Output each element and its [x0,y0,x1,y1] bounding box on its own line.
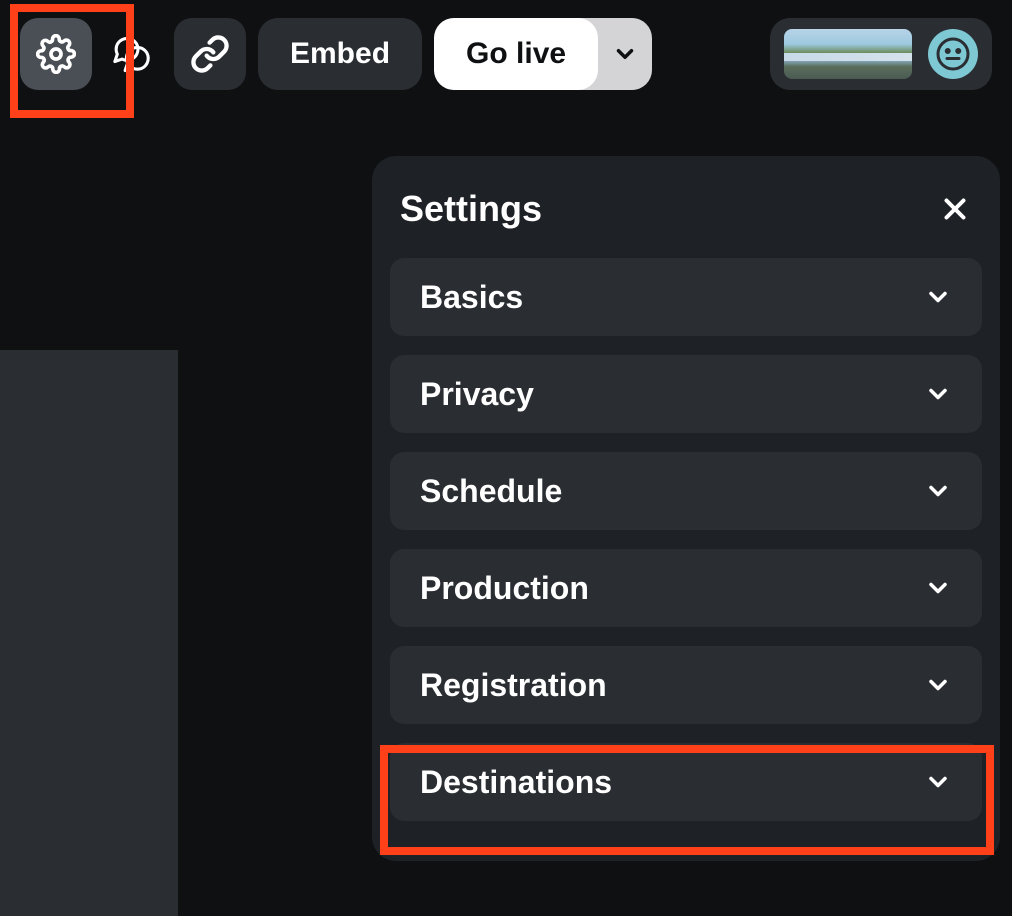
chevron-down-icon [924,768,952,796]
accordion-label: Basics [420,279,523,316]
accordion-label: Registration [420,667,607,704]
accordion-schedule[interactable]: Schedule [390,452,982,530]
accordion-basics[interactable]: Basics [390,258,982,336]
avatar-face-icon [935,36,971,72]
chevron-down-icon [924,574,952,602]
gear-icon [36,34,76,74]
panel-header: Settings [390,188,982,258]
accordion-registration[interactable]: Registration [390,646,982,724]
user-group [770,18,992,90]
chevron-down-icon [612,41,638,67]
accordion-destinations[interactable]: Destinations [390,743,982,821]
chevron-down-icon [924,477,952,505]
panel-title: Settings [400,188,542,230]
close-button[interactable] [938,192,972,226]
golive-group: Go live [434,18,652,90]
stream-thumbnail[interactable] [784,29,912,79]
chevron-down-icon [924,671,952,699]
avatar[interactable] [928,29,978,79]
chat-button[interactable] [104,18,162,90]
chevron-down-icon [924,283,952,311]
settings-panel: Settings Basics Privacy Schedule [372,156,1000,861]
chevron-down-icon [924,380,952,408]
embed-button[interactable]: Embed [258,18,422,90]
accordion-label: Schedule [420,473,562,510]
accordion-privacy[interactable]: Privacy [390,355,982,433]
golive-label: Go live [466,37,566,71]
golive-dropdown[interactable] [598,18,652,90]
chat-icon [111,32,155,76]
golive-button[interactable]: Go live [434,18,598,90]
accordion-label: Privacy [420,376,534,413]
close-icon [938,192,972,226]
toolbar: Embed Go live [0,0,1012,108]
link-button[interactable] [174,18,246,90]
accordion-list: Basics Privacy Schedule Production Regis… [390,258,982,821]
accordion-label: Production [420,570,589,607]
embed-label: Embed [290,37,390,71]
link-icon [190,34,230,74]
accordion-label: Destinations [420,764,612,801]
side-panel [0,350,178,916]
settings-button[interactable] [20,18,92,90]
accordion-production[interactable]: Production [390,549,982,627]
